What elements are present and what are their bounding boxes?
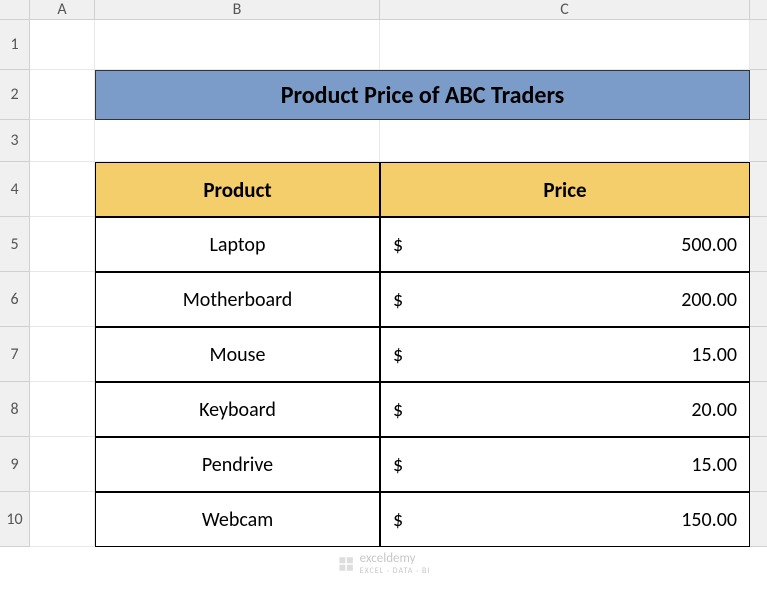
cell-edge-6 (750, 272, 767, 327)
row-header-8[interactable]: 8 (0, 382, 30, 437)
currency-symbol: $ (393, 343, 403, 367)
cell-edge-7 (750, 327, 767, 382)
price-value: 20.00 (691, 398, 737, 422)
row-header-4[interactable]: 4 (0, 162, 30, 217)
price-cell-0[interactable]: $ 500.00 (380, 217, 750, 272)
col-header-c[interactable]: C (380, 0, 750, 20)
watermark-sub: EXCEL · DATA · BI (360, 566, 431, 576)
row-header-5[interactable]: 5 (0, 217, 30, 272)
row-header-10[interactable]: 10 (0, 492, 30, 547)
product-cell-4[interactable]: Pendrive (95, 437, 380, 492)
price-cell-2[interactable]: $ 15.00 (380, 327, 750, 382)
spreadsheet-grid: A B C 1 2 Product Price of ABC Traders 3… (0, 0, 767, 547)
watermark-main: exceldemy (360, 551, 431, 566)
product-cell-2[interactable]: Mouse (95, 327, 380, 382)
price-cell-4[interactable]: $ 15.00 (380, 437, 750, 492)
cell-b3[interactable] (95, 120, 380, 162)
currency-symbol: $ (393, 233, 403, 257)
price-cell-1[interactable]: $ 200.00 (380, 272, 750, 327)
cell-a2[interactable] (30, 70, 95, 120)
cell-a8[interactable] (30, 382, 95, 437)
col-header-edge (750, 0, 767, 20)
currency-symbol: $ (393, 453, 403, 477)
currency-symbol: $ (393, 398, 403, 422)
price-value: 150.00 (681, 508, 737, 532)
select-all-corner[interactable] (0, 0, 30, 20)
cell-a10[interactable] (30, 492, 95, 547)
price-value: 500.00 (681, 233, 737, 257)
row-header-3[interactable]: 3 (0, 120, 30, 162)
cell-a5[interactable] (30, 217, 95, 272)
cell-edge-1 (750, 20, 767, 70)
col-header-b[interactable]: B (95, 0, 380, 20)
price-value: 15.00 (691, 343, 737, 367)
product-cell-3[interactable]: Keyboard (95, 382, 380, 437)
cell-c1[interactable] (380, 20, 750, 70)
cell-c3[interactable] (380, 120, 750, 162)
price-value: 15.00 (691, 453, 737, 477)
price-cell-3[interactable]: $ 20.00 (380, 382, 750, 437)
cell-edge-2 (750, 70, 767, 120)
price-header[interactable]: Price (380, 162, 750, 217)
cell-a3[interactable] (30, 120, 95, 162)
cell-edge-9 (750, 437, 767, 492)
currency-symbol: $ (393, 288, 403, 312)
row-header-9[interactable]: 9 (0, 437, 30, 492)
cell-a7[interactable] (30, 327, 95, 382)
product-cell-1[interactable]: Motherboard (95, 272, 380, 327)
cell-a6[interactable] (30, 272, 95, 327)
cell-a1[interactable] (30, 20, 95, 70)
cell-edge-3 (750, 120, 767, 162)
row-header-2[interactable]: 2 (0, 70, 30, 120)
col-header-a[interactable]: A (30, 0, 95, 20)
cell-edge-5 (750, 217, 767, 272)
price-cell-5[interactable]: $ 150.00 (380, 492, 750, 547)
product-cell-5[interactable]: Webcam (95, 492, 380, 547)
currency-symbol: $ (393, 508, 403, 532)
title-cell[interactable]: Product Price of ABC Traders (95, 70, 750, 120)
product-header[interactable]: Product (95, 162, 380, 217)
watermark: exceldemy EXCEL · DATA · BI (337, 551, 431, 576)
cell-a9[interactable] (30, 437, 95, 492)
cell-edge-8 (750, 382, 767, 437)
product-cell-0[interactable]: Laptop (95, 217, 380, 272)
price-value: 200.00 (681, 288, 737, 312)
row-header-1[interactable]: 1 (0, 20, 30, 70)
cell-a4[interactable] (30, 162, 95, 217)
cell-edge-10 (750, 492, 767, 547)
cell-edge-4 (750, 162, 767, 217)
row-header-7[interactable]: 7 (0, 327, 30, 382)
cell-b1[interactable] (95, 20, 380, 70)
row-header-6[interactable]: 6 (0, 272, 30, 327)
watermark-icon (337, 555, 355, 573)
